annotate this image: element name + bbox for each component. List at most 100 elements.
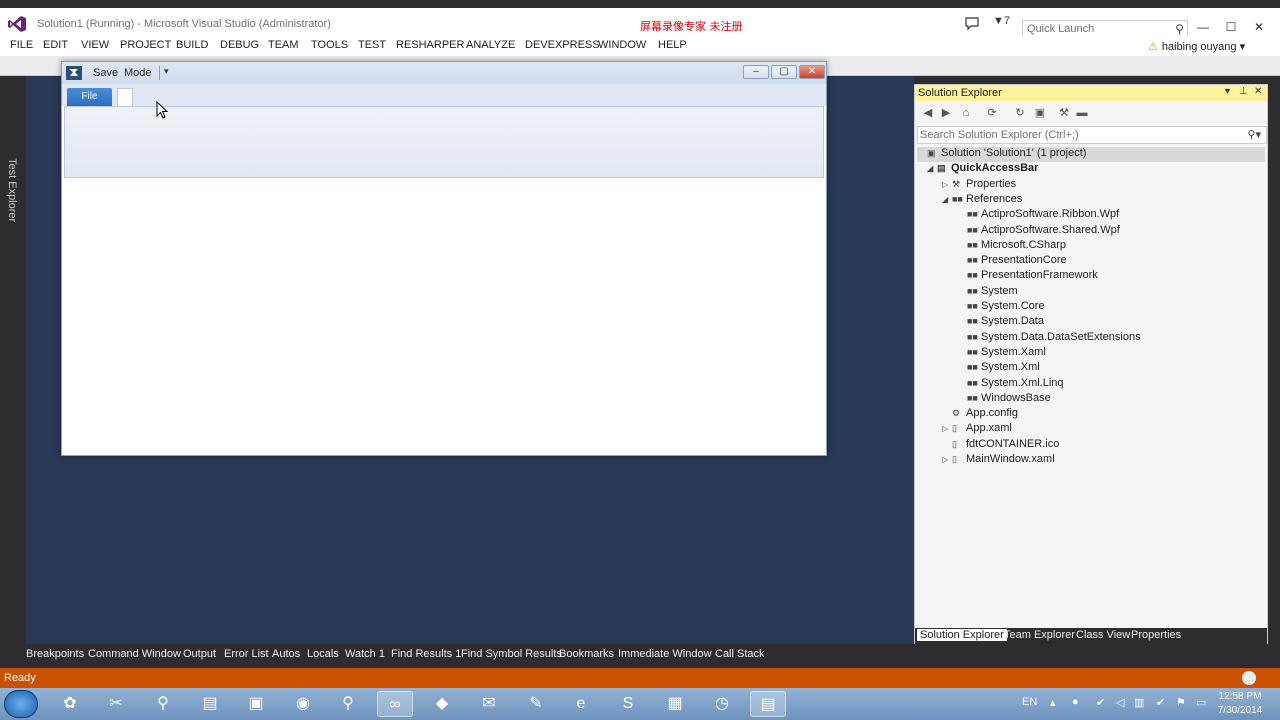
expander-icon[interactable]: ▷ <box>942 180 952 189</box>
tab-find-symbol-results[interactable]: Find Symbol Results <box>461 648 562 660</box>
refresh-icon[interactable]: ↻ <box>1013 106 1027 120</box>
menu-resharper[interactable]: RESHARPER <box>396 39 464 51</box>
app-maximize-button[interactable]: ▢ <box>771 65 797 79</box>
user-account[interactable]: ⚠ haibing ouyang ▾ <box>1148 40 1245 53</box>
tree-item[interactable]: ■■ System.Data <box>957 315 1044 330</box>
python-icon[interactable]: ◆ <box>424 691 460 717</box>
tab-bookmarks[interactable]: Bookmarks <box>559 648 614 660</box>
chrome-icon[interactable]: ◉ <box>285 691 321 717</box>
system-clock[interactable]: 12:58 PM 7/30/2014 <box>1215 690 1265 718</box>
app-close-button[interactable]: ✕ <box>799 65 825 79</box>
qa-customize-dropdown-icon[interactable]: ▾ <box>164 66 169 77</box>
tree-item[interactable]: ■■ System.Data.DataSetExtensions <box>957 331 1141 346</box>
tray-shield-icon[interactable]: ✔ <box>1156 696 1165 709</box>
tree-item[interactable]: ■■ System <box>957 285 1018 300</box>
menu-help[interactable]: HELP <box>658 39 687 51</box>
menu-devexpress[interactable]: DEVEXPRESS <box>525 39 600 51</box>
tree-item[interactable]: ◢ ▤ QuickAccessBar <box>927 162 1038 177</box>
expander-icon[interactable]: ▷ <box>942 424 952 433</box>
tree-item[interactable]: ■■ WindowsBase <box>957 392 1051 407</box>
tab-team-explorer[interactable]: Team Explorer <box>1001 629 1078 641</box>
app-minimize-button[interactable]: – <box>743 65 769 79</box>
tree-item[interactable]: ■■ ActiproSoftware.Shared.Wpf <box>957 224 1120 239</box>
tree-item[interactable]: ■■ Microsoft.CSharp <box>957 239 1066 254</box>
expander-icon[interactable]: ◢ <box>927 164 937 173</box>
tree-item[interactable]: ⚙ App.config <box>942 407 1018 422</box>
menu-test[interactable]: TEST <box>358 39 386 51</box>
properties-icon[interactable]: ⚒ <box>1057 106 1071 120</box>
fdt-app-icon[interactable]: ▤ <box>192 691 228 717</box>
forward-icon[interactable]: ▶ <box>939 106 953 120</box>
tree-item[interactable]: ■■ PresentationFramework <box>957 269 1098 284</box>
tray-check-icon[interactable]: ✔ <box>1096 696 1105 709</box>
tree-item[interactable]: ▷ ▯ MainWindow.xaml <box>942 453 1055 468</box>
volume-icon[interactable]: ◁ <box>1116 696 1124 709</box>
expander-icon[interactable]: ◢ <box>942 195 952 204</box>
tree-item[interactable]: ■■ ActiproSoftware.Ribbon.Wpf <box>957 208 1119 223</box>
tab-watch-1[interactable]: Watch 1 <box>345 648 385 660</box>
menu-view[interactable]: VIEW <box>81 39 109 51</box>
tab-immediate-window[interactable]: Immediate Window <box>618 648 712 660</box>
home-icon[interactable]: ⌂ <box>959 106 973 120</box>
running-app-taskbar-icon[interactable]: ▤ <box>750 691 786 717</box>
qa-save-button[interactable]: Save <box>93 67 118 79</box>
action-center-flag-icon[interactable]: ⚑ <box>1176 696 1186 709</box>
tray-printer-icon[interactable]: ▥ <box>1134 696 1144 709</box>
tree-item[interactable]: ■■ System.Xml <box>957 361 1040 376</box>
menu-debug[interactable]: DEBUG <box>220 39 259 51</box>
tab-output[interactable]: Output <box>183 648 216 660</box>
tab-test-explorer[interactable]: Test Explorer <box>6 158 18 222</box>
internet-explorer-icon[interactable]: e <box>563 691 599 717</box>
app-puzzle-icon[interactable]: ✿ <box>52 691 88 717</box>
window-app-icon[interactable]: ▣ <box>238 691 274 717</box>
tree-item[interactable]: ▯ fdtCONTAINER.ico <box>942 438 1059 453</box>
tree-item[interactable]: ▷ ▯ App.xaml <box>942 422 1012 437</box>
panel-dropdown-icon[interactable]: ▾ <box>1225 86 1230 97</box>
menu-team[interactable]: TEAM <box>268 39 299 51</box>
tab-error-list[interactable]: Error List <box>224 648 269 660</box>
preview-icon[interactable]: ▬ <box>1075 106 1089 120</box>
tree-item[interactable]: ■■ System.Xaml <box>957 346 1046 361</box>
tree-item[interactable]: ■■ System.Core <box>957 300 1045 315</box>
ribbon-empty-tab[interactable] <box>117 88 133 106</box>
tab-class-view[interactable]: Class View <box>1073 629 1133 641</box>
tray-app-icon[interactable]: ● <box>1072 696 1079 708</box>
tab-solution-explorer[interactable]: Solution Explorer <box>917 629 1007 641</box>
notification-icon[interactable] <box>964 15 980 31</box>
panel-close-icon[interactable]: ✕ <box>1254 86 1262 97</box>
visual-studio-icon[interactable]: ∞ <box>377 691 413 717</box>
tree-item[interactable]: ■■ PresentationCore <box>957 254 1067 269</box>
tab-command-window[interactable]: Command Window <box>88 648 181 660</box>
tab-properties[interactable]: Properties <box>1128 629 1184 641</box>
clock-app-icon[interactable]: ◷ <box>704 691 740 717</box>
ribbon-file-tab[interactable]: File <box>67 88 112 106</box>
menu-edit[interactable]: EDIT <box>43 39 68 51</box>
search-app-icon[interactable]: ⚲ <box>145 691 181 717</box>
tree-item[interactable]: ■■ System.Xml.Linq <box>957 377 1064 392</box>
terminal-app-icon[interactable]: ▦ <box>657 691 693 717</box>
show-hidden-icons-icon[interactable]: ▴ <box>1050 696 1056 709</box>
menu-tools[interactable]: TOOLS <box>311 39 348 51</box>
tree-item[interactable]: ◢ ■■ References <box>942 193 1022 208</box>
pin-icon[interactable]: ⊥ <box>1239 86 1248 97</box>
skype-icon[interactable]: S <box>610 691 646 717</box>
network-icon[interactable]: ▭ <box>1196 696 1206 709</box>
magnifier-icon[interactable]: ⚲ <box>330 691 366 717</box>
tab-breakpoints[interactable]: Breakpoints <box>26 648 84 660</box>
start-button[interactable] <box>4 690 38 718</box>
tab-call-stack[interactable]: Call Stack <box>715 648 765 660</box>
collapse-all-icon[interactable]: ▣ <box>1033 106 1047 120</box>
outlook-icon[interactable]: ✉ <box>471 691 507 717</box>
qa-mode-button[interactable]: Mode <box>124 67 152 79</box>
feedback-flag[interactable]: ▼7 <box>993 15 1010 27</box>
tree-item[interactable]: ▷ ⚒ Properties <box>942 178 1016 193</box>
sync-icon[interactable]: ⟳ <box>985 106 999 120</box>
evernote-icon[interactable]: ✎ <box>518 691 554 717</box>
back-icon[interactable]: ◀ <box>921 106 935 120</box>
solution-explorer-search-input[interactable]: Search Solution Explorer (Ctrl+;) ⚲▾ <box>917 126 1267 144</box>
menu-build[interactable]: BUILD <box>176 39 208 51</box>
language-indicator[interactable]: EN <box>1022 696 1037 708</box>
tree-item[interactable]: ▣ Solution 'Solution1' (1 project) <box>917 147 1265 162</box>
menu-file[interactable]: FILE <box>10 39 33 51</box>
menu-analyze[interactable]: ANALYZE <box>466 39 515 51</box>
